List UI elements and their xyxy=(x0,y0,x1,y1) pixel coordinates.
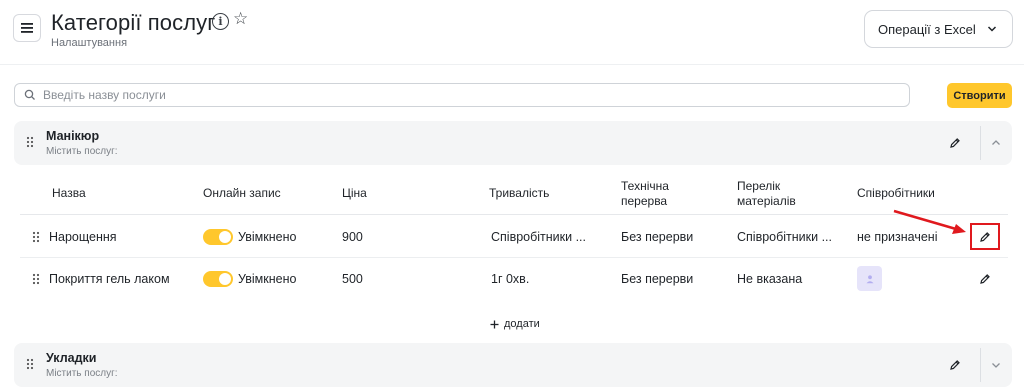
excel-operations-label: Операції з Excel xyxy=(878,21,976,37)
arrow-icon xyxy=(893,209,966,234)
service-price: 900 xyxy=(342,230,363,244)
pencil-icon[interactable] xyxy=(949,359,961,371)
menu-button[interactable] xyxy=(13,14,41,42)
service-materials: Співробітники ... xyxy=(737,230,833,244)
category-subtitle: Містить послуг: xyxy=(46,368,118,379)
column-header-materials-line2: матеріалів xyxy=(737,194,796,208)
search-field[interactable] xyxy=(14,83,910,107)
row-divider xyxy=(20,257,1008,258)
table-header-divider xyxy=(20,214,1008,215)
category-panel-styling[interactable]: Укладки Містить послуг: xyxy=(14,343,1012,387)
column-header-materials-line1: Перелік xyxy=(737,179,781,193)
online-booking-status: Увімкнено xyxy=(238,230,297,244)
online-booking-status: Увімкнено xyxy=(238,272,297,286)
plus-icon xyxy=(490,320,499,328)
info-icon[interactable]: i xyxy=(212,13,229,30)
create-button[interactable]: Створити xyxy=(947,83,1012,108)
category-name: Укладки xyxy=(46,351,97,365)
drag-handle-icon[interactable] xyxy=(26,358,34,370)
column-header-employees: Співробітники xyxy=(857,186,935,200)
panel-separator xyxy=(980,126,981,160)
header-divider xyxy=(0,64,1024,65)
panel-separator xyxy=(980,348,981,382)
service-price: 500 xyxy=(342,272,363,286)
pencil-icon[interactable] xyxy=(979,273,991,285)
column-header-break-line2: перерва xyxy=(621,194,668,208)
column-header-online: Онлайн запис xyxy=(203,186,281,200)
column-header-break-line1: Технічна xyxy=(621,179,669,193)
service-name: Нарощення xyxy=(49,230,117,244)
drag-handle-icon[interactable] xyxy=(32,273,40,285)
column-header-break: Технічна перерва xyxy=(621,179,669,209)
column-header-name: Назва xyxy=(52,186,86,200)
page-title: Категорії послуг xyxy=(51,10,216,35)
category-panel-manicure[interactable]: Манікюр Містить послуг: xyxy=(14,121,1012,165)
column-header-duration: Тривалість xyxy=(489,186,550,200)
menu-icon xyxy=(21,23,33,33)
star-icon[interactable]: ☆ xyxy=(233,9,248,29)
chevron-up-icon[interactable] xyxy=(991,138,1001,148)
online-booking-toggle[interactable] xyxy=(203,229,233,245)
add-service-button[interactable]: додати xyxy=(490,318,540,330)
pencil-icon[interactable] xyxy=(949,137,961,149)
chevron-down-icon xyxy=(987,26,997,32)
search-icon xyxy=(24,89,35,100)
category-name: Манікюр xyxy=(46,129,100,143)
service-materials: Не вказана xyxy=(737,272,803,286)
column-header-materials: Перелік матеріалів xyxy=(737,179,796,209)
drag-handle-icon[interactable] xyxy=(32,231,40,243)
service-break: Без перерви xyxy=(621,272,694,286)
column-header-price: Ціна xyxy=(342,186,367,200)
highlight-box xyxy=(970,223,1000,250)
online-booking-toggle[interactable] xyxy=(203,271,233,287)
excel-operations-button[interactable]: Операції з Excel xyxy=(864,10,1013,48)
user-icon xyxy=(866,274,873,283)
drag-handle-icon[interactable] xyxy=(26,136,34,148)
category-subtitle: Містить послуг: xyxy=(46,146,118,157)
chevron-down-icon[interactable] xyxy=(991,360,1001,370)
avatar[interactable] xyxy=(857,266,882,291)
add-service-label: додати xyxy=(504,318,540,330)
service-duration: 1г 0хв. xyxy=(491,272,530,286)
page-subtitle: Налаштування xyxy=(51,37,128,49)
service-break: Без перерви xyxy=(621,230,694,244)
search-input[interactable] xyxy=(43,87,883,103)
service-name: Покриття гель лаком xyxy=(49,272,170,286)
service-duration: Співробітники ... xyxy=(491,230,587,244)
